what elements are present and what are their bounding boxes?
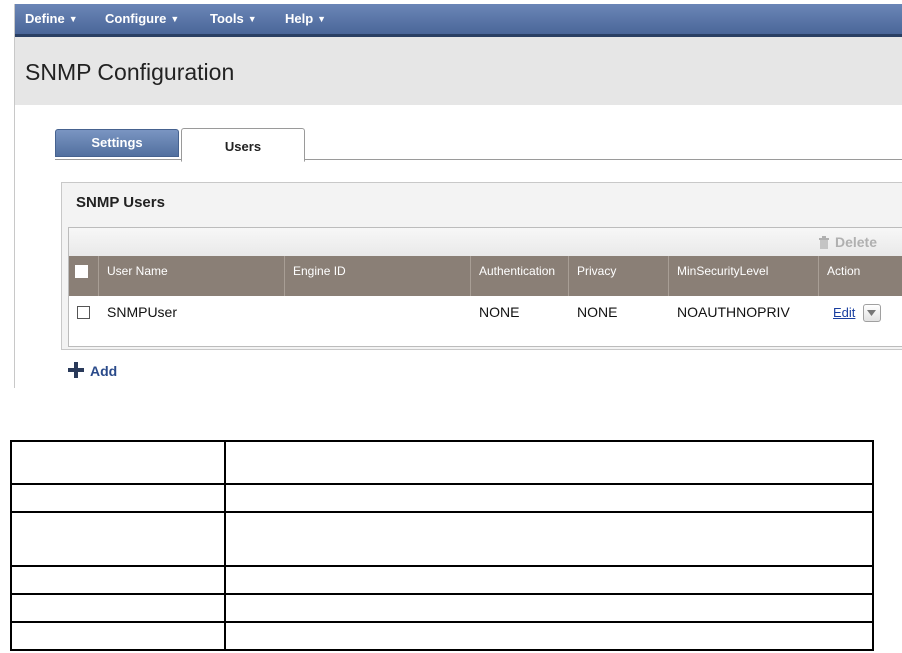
cell-engine-id (285, 296, 471, 328)
menu-bar: Define ▼ Configure ▼ Tools ▼ Help ▼ (15, 4, 902, 37)
table-row (10, 621, 874, 651)
header-privacy[interactable]: Privacy (569, 256, 669, 296)
tab-settings[interactable]: Settings (55, 129, 179, 157)
blank-reference-table (10, 440, 874, 653)
table-row (10, 593, 874, 623)
header-select-cell (69, 256, 99, 296)
header-engine-id[interactable]: Engine ID (285, 256, 471, 296)
chevron-down-icon: ▼ (317, 14, 327, 24)
table-row (10, 565, 874, 595)
table-row (10, 511, 874, 567)
chevron-down-icon: ▼ (170, 14, 180, 24)
plus-icon (68, 362, 84, 378)
grid-header-row: User Name Engine ID Authentication Priva… (69, 256, 902, 296)
cell-user-name: SNMPUser (107, 304, 178, 320)
page-title: SNMP Configuration (25, 59, 235, 85)
snmp-config-screenshot: Define ▼ Configure ▼ Tools ▼ Help ▼ SNMP Con… (14, 4, 902, 388)
header-authentication[interactable]: Authentication (471, 256, 569, 296)
grid-toolbar: Delete (69, 228, 902, 256)
header-min-security-level[interactable]: MinSecurityLevel (669, 256, 819, 296)
page-header: SNMP Configuration (15, 37, 902, 105)
menu-tools[interactable]: Tools ▼ (210, 11, 257, 26)
cell-action: Edit (825, 296, 902, 328)
row-checkbox[interactable] (77, 306, 90, 319)
menu-configure[interactable]: Configure ▼ (105, 11, 179, 26)
row-actions-dropdown[interactable] (863, 304, 882, 323)
header-user-name[interactable]: User Name (99, 256, 285, 296)
header-action: Action (827, 264, 861, 278)
menu-help[interactable]: Help ▼ (285, 11, 326, 26)
add-user-button[interactable]: Add (67, 361, 117, 379)
tab-users[interactable]: Users (181, 128, 305, 162)
cell-authentication: NONE (479, 304, 520, 320)
select-all-checkbox[interactable] (75, 265, 88, 278)
table-row[interactable]: SNMPUser NONE NONE NOAUTHNOPRIV Edit (69, 296, 902, 344)
users-grid: Delete User Name Engine ID Authenticatio… (68, 227, 902, 347)
chevron-down-icon (867, 310, 877, 317)
panel-title: SNMP Users (76, 194, 165, 211)
table-row (10, 483, 874, 513)
table-row (10, 440, 874, 485)
trash-icon (818, 236, 829, 249)
edit-link[interactable]: Edit (833, 305, 855, 320)
delete-button[interactable]: Delete (817, 234, 877, 250)
cell-min-security-level: NOAUTHNOPRIV (677, 304, 790, 320)
cell-privacy: NONE (577, 304, 618, 320)
snmp-users-panel: SNMP Users Delete User Name Engine ID Au… (61, 182, 902, 350)
chevron-down-icon: ▼ (68, 14, 78, 24)
menu-define[interactable]: Define ▼ (25, 11, 78, 26)
chevron-down-icon: ▼ (247, 14, 257, 24)
